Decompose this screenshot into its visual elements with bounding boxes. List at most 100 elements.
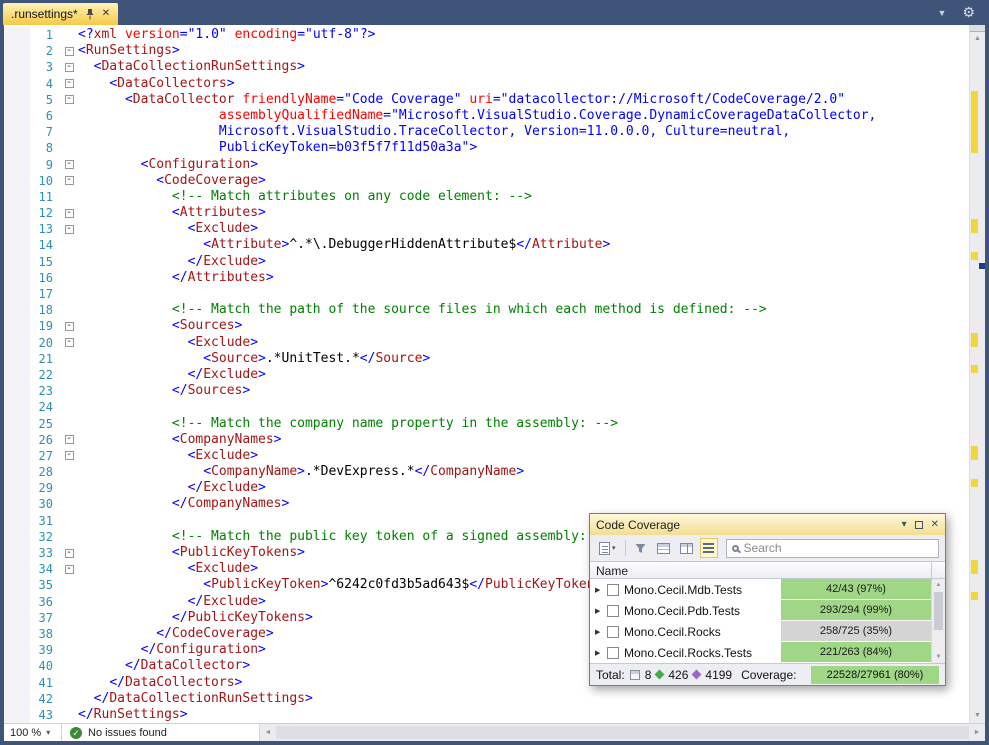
breakpoint-margin[interactable] — [4, 610, 30, 626]
breakpoint-margin[interactable] — [4, 221, 30, 237]
breakpoint-margin[interactable] — [4, 448, 30, 464]
breakpoint-margin[interactable] — [4, 464, 30, 480]
coverage-row[interactable]: ▶Mono.Cecil.Pdb.Tests293/294 (99%) — [590, 600, 931, 621]
fold-collapse-icon[interactable]: - — [65, 225, 74, 234]
expander-icon[interactable]: ▶ — [595, 628, 602, 636]
code-line[interactable]: 23 </Sources> — [4, 383, 969, 399]
fold-collapse-icon[interactable]: - — [65, 79, 74, 88]
coverage-panel-titlebar[interactable]: Code Coverage ▾ ✕ — [590, 514, 945, 535]
code-line[interactable]: 12- <Attributes> — [4, 205, 969, 221]
checkbox[interactable] — [607, 584, 619, 596]
fold-collapse-icon[interactable]: - — [65, 209, 74, 218]
filter-button[interactable] — [632, 538, 650, 558]
breakpoint-margin[interactable] — [4, 561, 30, 577]
code-line[interactable]: 4- <DataCollectors> — [4, 76, 969, 92]
horizontal-scrollbar[interactable]: ◄ ► — [260, 724, 985, 741]
breakpoint-margin[interactable] — [4, 626, 30, 642]
breakpoint-margin[interactable] — [4, 577, 30, 593]
breakpoint-margin[interactable] — [4, 189, 30, 205]
expander-icon[interactable]: ▶ — [595, 607, 602, 615]
fold-collapse-icon[interactable]: - — [65, 95, 74, 104]
code-line[interactable]: 10- <CodeCoverage> — [4, 173, 969, 189]
fold-collapse-icon[interactable]: - — [65, 47, 74, 56]
code-line[interactable]: 6 assemblyQualifiedName="Microsoft.Visua… — [4, 108, 969, 124]
code-line[interactable]: 14 <Attribute>^.*\.DebuggerHiddenAttribu… — [4, 237, 969, 253]
breakpoint-margin[interactable] — [4, 432, 30, 448]
code-line[interactable]: 2-<RunSettings> — [4, 43, 969, 59]
checkbox[interactable] — [607, 605, 619, 617]
breakpoint-margin[interactable] — [4, 270, 30, 286]
code-line[interactable]: 17 — [4, 286, 969, 302]
code-line[interactable]: 1<?xml version="1.0" encoding="utf-8"?> — [4, 27, 969, 43]
breakpoint-margin[interactable] — [4, 108, 30, 124]
breakpoint-margin[interactable] — [4, 286, 30, 302]
scroll-up-icon[interactable]: ▲ — [970, 32, 985, 46]
breakpoint-margin[interactable] — [4, 529, 30, 545]
breakpoint-margin[interactable] — [4, 675, 30, 691]
code-line[interactable]: 20- <Exclude> — [4, 335, 969, 351]
code-line[interactable]: 7 Microsoft.VisualStudio.TraceCollector,… — [4, 124, 969, 140]
breakpoint-margin[interactable] — [4, 237, 30, 253]
code-line[interactable]: 30 </CompanyNames> — [4, 496, 969, 512]
document-health-indicator[interactable]: ✓ No issues found — [62, 724, 260, 741]
close-icon[interactable]: ✕ — [102, 9, 110, 19]
code-line[interactable]: 22 </Exclude> — [4, 367, 969, 383]
pin-icon[interactable] — [85, 9, 95, 20]
fold-collapse-icon[interactable]: - — [65, 176, 74, 185]
close-icon[interactable]: ✕ — [931, 519, 939, 530]
expander-icon[interactable]: ▶ — [595, 586, 602, 594]
fold-collapse-icon[interactable]: - — [65, 63, 74, 72]
breakpoint-margin[interactable] — [4, 480, 30, 496]
code-line[interactable]: 11 <!-- Match attributes on any code ele… — [4, 189, 969, 205]
coverage-scrollbar[interactable]: ▲ ▼ — [931, 579, 945, 663]
coverage-report-button[interactable]: ▾ — [596, 538, 619, 558]
scroll-right-icon[interactable]: ► — [969, 724, 985, 741]
code-line[interactable]: 15 </Exclude> — [4, 254, 969, 270]
coverage-row[interactable]: ▶Mono.Cecil.Rocks.Tests221/263 (84%) — [590, 642, 931, 663]
scroll-up-icon[interactable]: ▲ — [932, 579, 945, 591]
document-tab-runsettings[interactable]: .runsettings* ✕ — [3, 3, 118, 25]
breakpoint-margin[interactable] — [4, 254, 30, 270]
scrollbar-thumb[interactable] — [276, 726, 969, 739]
breakpoint-margin[interactable] — [4, 92, 30, 108]
scroll-left-icon[interactable]: ◄ — [260, 724, 276, 741]
code-line[interactable]: 25 <!-- Match the company name property … — [4, 416, 969, 432]
code-line[interactable]: 3- <DataCollectionRunSettings> — [4, 59, 969, 75]
breakpoint-margin[interactable] — [4, 367, 30, 383]
breakpoint-margin[interactable] — [4, 351, 30, 367]
code-line[interactable]: 29 </Exclude> — [4, 480, 969, 496]
breakpoint-margin[interactable] — [4, 513, 30, 529]
gear-icon[interactable]: ⚙ — [962, 4, 975, 21]
vertical-scrollbar[interactable]: ▲ ▼ — [969, 25, 985, 723]
name-column-header[interactable]: Name — [590, 562, 931, 578]
chevron-down-icon[interactable]: ▼ — [938, 8, 947, 18]
code-line[interactable]: 43</RunSettings> — [4, 707, 969, 723]
fold-collapse-icon[interactable]: - — [65, 435, 74, 444]
code-line[interactable]: 26- <CompanyNames> — [4, 432, 969, 448]
code-line[interactable]: 9- <Configuration> — [4, 157, 969, 173]
fold-collapse-icon[interactable]: - — [65, 451, 74, 460]
code-line[interactable]: 19- <Sources> — [4, 318, 969, 334]
maximize-icon[interactable] — [915, 521, 923, 529]
fold-collapse-icon[interactable]: - — [65, 338, 74, 347]
breakpoint-margin[interactable] — [4, 205, 30, 221]
flat-columns-button[interactable] — [677, 538, 696, 558]
code-line[interactable]: 18 <!-- Match the path of the source fil… — [4, 302, 969, 318]
breakpoint-margin[interactable] — [4, 173, 30, 189]
checkbox[interactable] — [607, 647, 619, 659]
breakpoint-margin[interactable] — [4, 43, 30, 59]
code-line[interactable]: 24 — [4, 399, 969, 415]
code-line[interactable]: 27- <Exclude> — [4, 448, 969, 464]
breakpoint-margin[interactable] — [4, 302, 30, 318]
code-line[interactable]: 42 </DataCollectionRunSettings> — [4, 691, 969, 707]
scroll-down-icon[interactable]: ▼ — [970, 709, 985, 723]
scrollbar-track[interactable] — [970, 46, 985, 709]
breakpoint-margin[interactable] — [4, 318, 30, 334]
breakpoint-margin[interactable] — [4, 335, 30, 351]
checkbox[interactable] — [607, 626, 619, 638]
fold-collapse-icon[interactable]: - — [65, 565, 74, 574]
expander-icon[interactable]: ▶ — [595, 649, 602, 657]
split-handle[interactable] — [970, 25, 985, 32]
breakpoint-margin[interactable] — [4, 76, 30, 92]
breakpoint-margin[interactable] — [4, 416, 30, 432]
